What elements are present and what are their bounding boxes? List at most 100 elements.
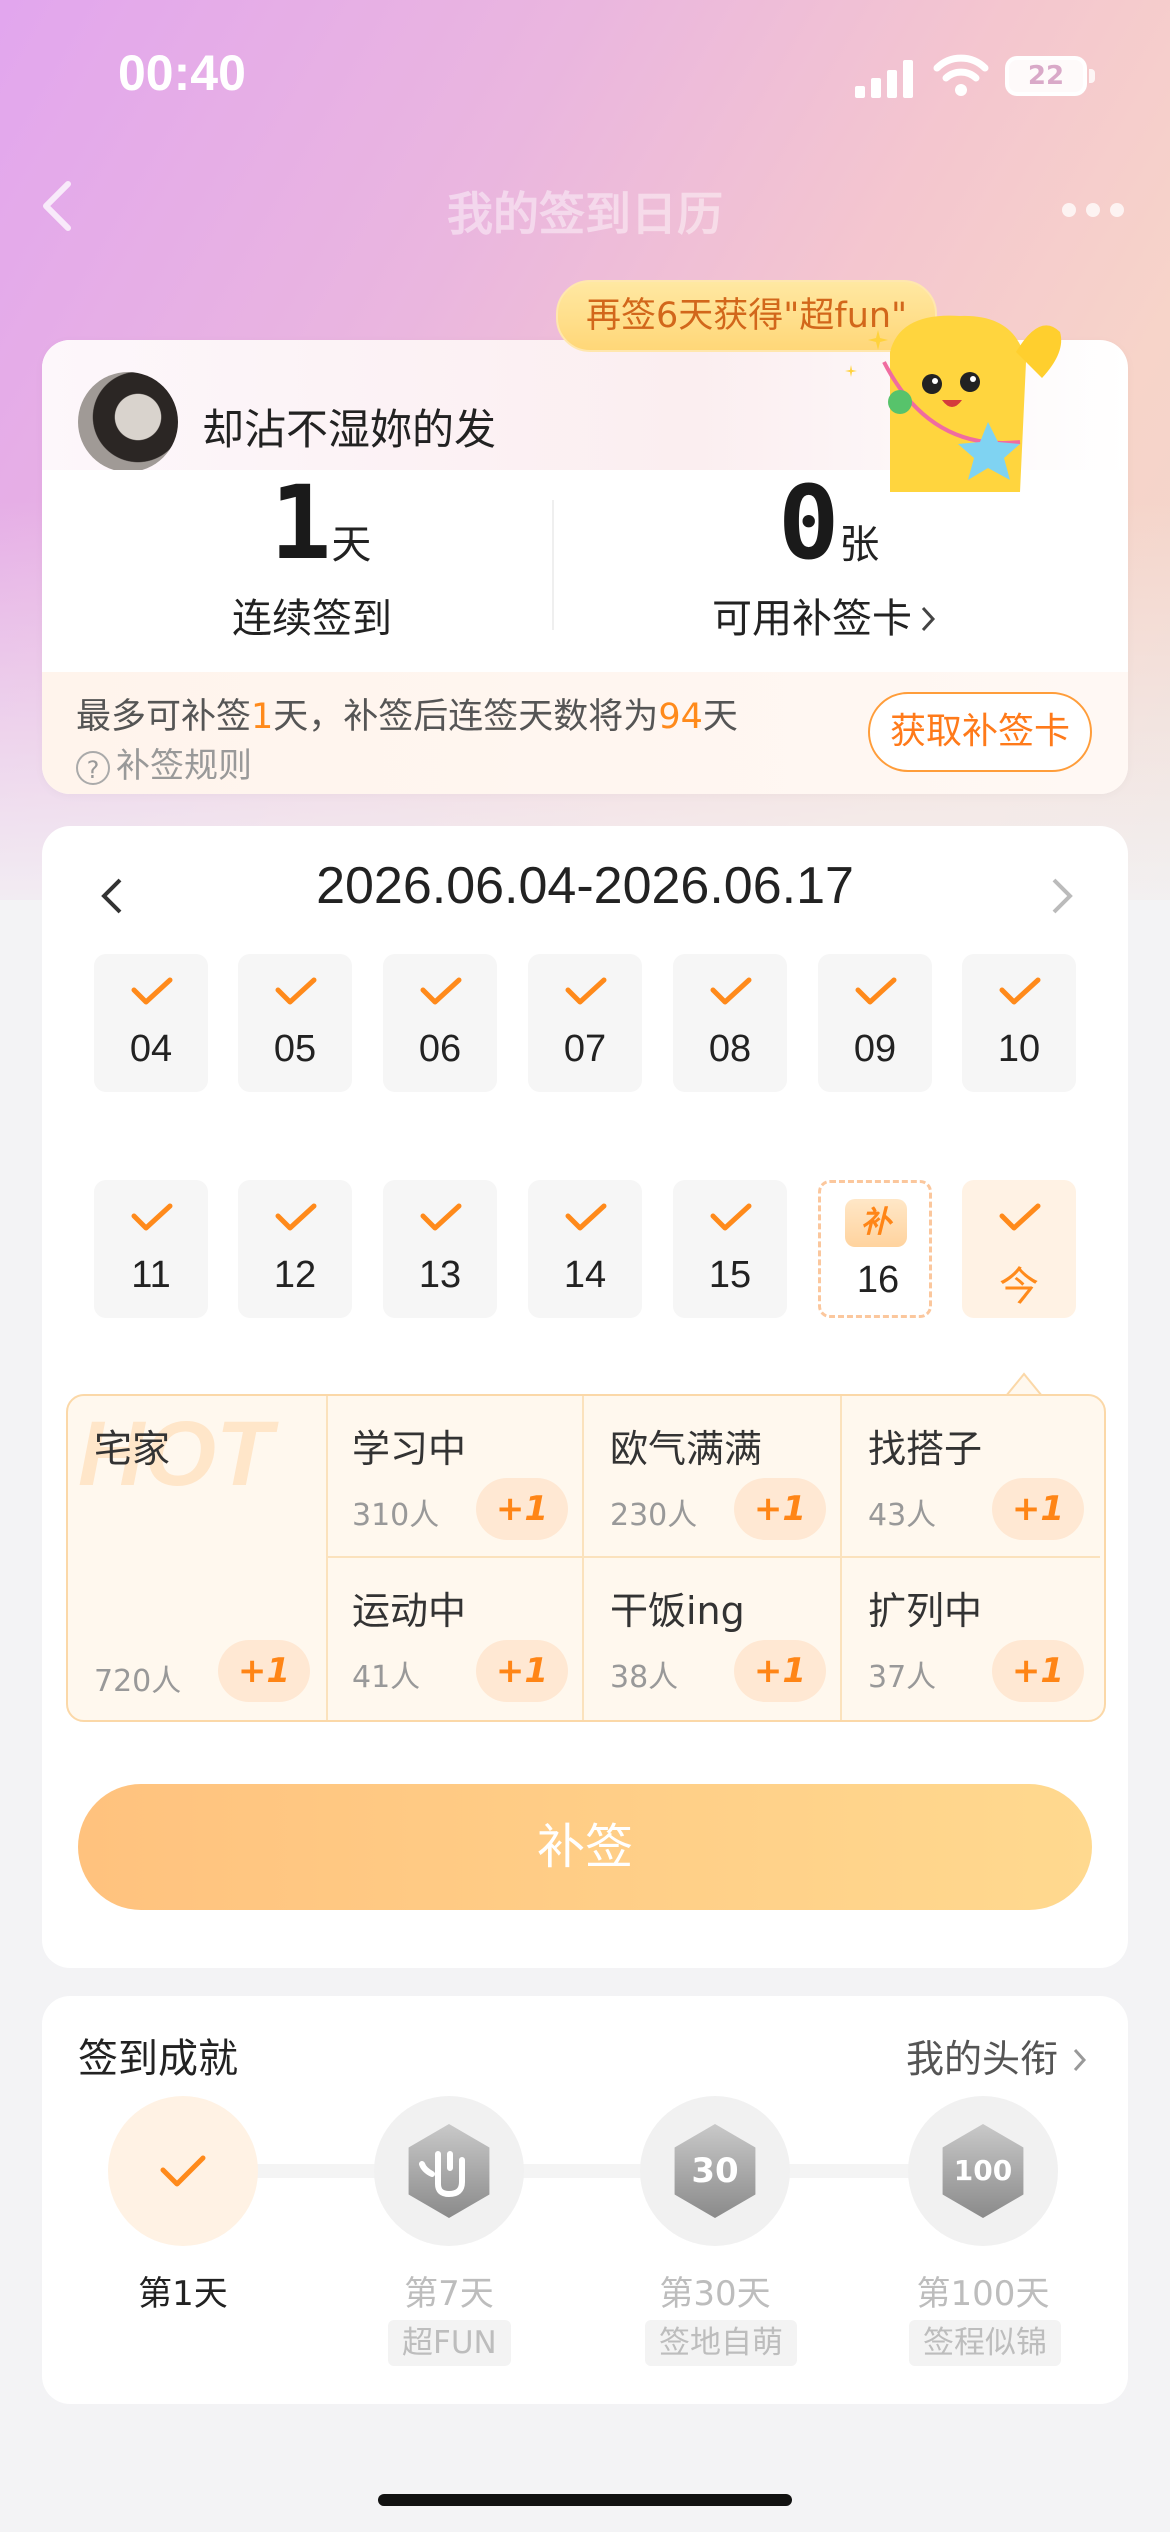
cards-unit: 张 (839, 522, 880, 568)
calendar-day[interactable]: 11 (94, 1180, 208, 1318)
check-icon (999, 1203, 1041, 1231)
tag-option[interactable]: 欧气满满 230人 +1 (584, 1396, 842, 1558)
wifi-icon (933, 54, 989, 96)
badge-day30[interactable]: 30 (640, 2096, 790, 2246)
day-number: 07 (563, 1028, 607, 1070)
calendar-day-today[interactable]: 今 (962, 1180, 1076, 1318)
rock-hand-icon (408, 2124, 490, 2218)
repair-rule-link[interactable]: ? 补签规则 (76, 738, 252, 787)
stats-area (42, 470, 1128, 680)
tags-pointer (1006, 1372, 1042, 1396)
day-number: 10 (997, 1028, 1041, 1070)
days-30-icon: 30 (674, 2124, 756, 2218)
plus-one-button[interactable]: +1 (218, 1640, 310, 1702)
tag-count: 38人 (610, 1660, 679, 1695)
streak-stat: 1天 (270, 464, 371, 583)
username: 却沾不湿妳的发 (202, 405, 497, 454)
plus-one-button[interactable]: +1 (992, 1478, 1084, 1540)
badge-day7[interactable] (374, 2096, 524, 2246)
tag-name: 欧气满满 (610, 1427, 763, 1471)
status-time: 00:40 (118, 45, 246, 101)
calendar-card: 2026.06.04-2026.06.17 04 05 06 07 08 09 10 11 1… (42, 826, 1128, 1968)
day-number: 16 (856, 1259, 900, 1301)
next-range-icon[interactable] (1040, 874, 1080, 918)
calendar-day[interactable]: 05 (238, 954, 352, 1092)
cards-link[interactable]: 可用补签卡 (712, 586, 939, 644)
tag-name: 找搭子 (868, 1427, 983, 1471)
avatar[interactable] (78, 372, 178, 472)
achievement-name: 超FUN (388, 2320, 511, 2366)
calendar-day-missing[interactable]: 补 16 (818, 1180, 932, 1318)
tag-option[interactable]: 找搭子 43人 +1 (842, 1396, 1100, 1558)
achievement-name: 签程似锦 (909, 2320, 1061, 2366)
streak-label: 连续签到 (232, 596, 392, 642)
calendar-day[interactable]: 08 (673, 954, 787, 1092)
more-icon[interactable] (1060, 198, 1130, 218)
battery-tip (1089, 69, 1095, 83)
plus-one-button[interactable]: +1 (476, 1478, 568, 1540)
cards-label: 可用补签卡 (712, 596, 912, 642)
calendar-day[interactable]: 04 (94, 954, 208, 1092)
tag-option[interactable]: 学习中 310人 +1 (326, 1396, 584, 1558)
check-icon (131, 1203, 173, 1231)
tag-name: 干饭ing (610, 1589, 745, 1633)
day-number: 11 (131, 1254, 171, 1296)
calendar-day[interactable]: 10 (962, 954, 1076, 1092)
day-number: 14 (563, 1254, 607, 1296)
calendar-day[interactable]: 12 (238, 1180, 352, 1318)
achievements-card: 签到成就 我的头衔 第1天 第7天 超FUN 30 第30天 签地自萌 100 … (42, 1996, 1128, 2404)
badge-day1[interactable] (108, 2096, 258, 2246)
tag-name: 宅家 (94, 1427, 171, 1471)
days-100-icon: 100 (942, 2124, 1024, 2218)
check-icon (855, 977, 897, 1005)
tag-count: 37人 (868, 1660, 937, 1695)
rule-label: 补签规则 (116, 746, 252, 786)
repair-sign-button[interactable]: 补签 (78, 1784, 1092, 1910)
progress-line (152, 2164, 1032, 2178)
chevron-right-icon (921, 606, 936, 632)
repair-info: 最多可补签1天，补签后连签天数将为94天 (76, 688, 738, 739)
day-number: 12 (273, 1254, 317, 1296)
signal-icon (855, 58, 915, 98)
tag-option[interactable]: 干饭ing 38人 +1 (584, 1558, 842, 1720)
tag-name: 运动中 (352, 1589, 467, 1633)
plus-one-button[interactable]: +1 (734, 1640, 826, 1702)
check-icon (275, 1203, 317, 1231)
badge-day100[interactable]: 100 (908, 2096, 1058, 2246)
day-number: 08 (708, 1028, 752, 1070)
help-icon: ? (76, 750, 110, 785)
status-tags: HOT 宅家 720人 +1 学习中 310人 +1 欧气满满 230人 +1 找搭子 43人… (66, 1394, 1106, 1722)
achievements-title: 签到成就 (78, 2036, 238, 2082)
tag-hot[interactable]: HOT 宅家 720人 +1 (68, 1396, 328, 1720)
my-titles-label: 我的头衔 (906, 2037, 1059, 2081)
streak-unit: 天 (331, 522, 372, 568)
achievement-day: 第1天 (138, 2274, 228, 2314)
calendar-day[interactable]: 09 (818, 954, 932, 1092)
achievement-day: 第30天 (659, 2274, 771, 2314)
calendar-day[interactable]: 07 (528, 954, 642, 1092)
check-icon (160, 2155, 206, 2187)
date-range: 2026.06.04-2026.06.17 (316, 857, 854, 915)
tag-count: 41人 (352, 1660, 421, 1695)
check-icon (420, 977, 462, 1005)
calendar-day[interactable]: 15 (673, 1180, 787, 1318)
get-card-button[interactable]: 获取补签卡 (868, 692, 1092, 772)
plus-one-button[interactable]: +1 (734, 1478, 826, 1540)
calendar-day[interactable]: 14 (528, 1180, 642, 1318)
day-number: 06 (418, 1028, 462, 1070)
check-icon (710, 977, 752, 1005)
plus-one-button[interactable]: +1 (476, 1640, 568, 1702)
repair-badge: 补 (845, 1199, 907, 1247)
tag-option[interactable]: 扩列中 37人 +1 (842, 1558, 1100, 1720)
calendar-day[interactable]: 06 (383, 954, 497, 1092)
achievement-day: 第100天 (916, 2274, 1050, 2314)
today-label: 今 (999, 1265, 1039, 1309)
home-indicator (378, 2494, 792, 2506)
chevron-right-icon (1073, 2048, 1087, 2072)
calendar-day[interactable]: 13 (383, 1180, 497, 1318)
my-titles-link[interactable]: 我的头衔 (906, 2028, 1090, 2083)
tag-option[interactable]: 运动中 41人 +1 (326, 1558, 584, 1720)
repair-pre: 最多可补签 (76, 697, 252, 737)
day-number: 09 (853, 1028, 897, 1070)
plus-one-button[interactable]: +1 (992, 1640, 1084, 1702)
